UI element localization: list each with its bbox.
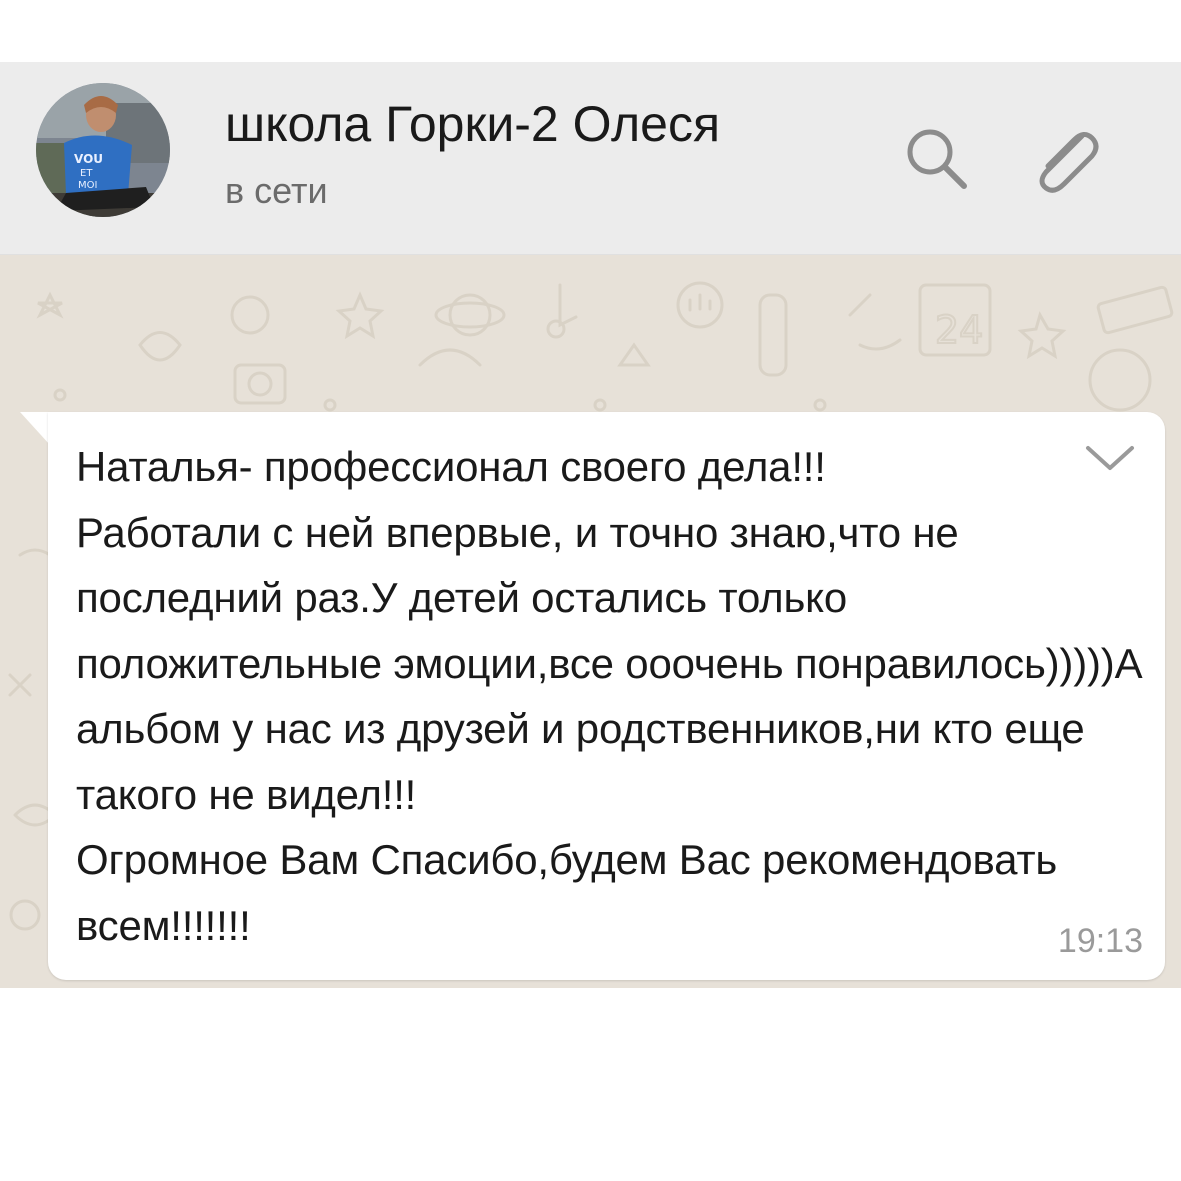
contact-name: школа Горки-2 Олеся xyxy=(225,96,721,152)
svg-text:VOU: VOU xyxy=(74,152,103,166)
svg-text:ET: ET xyxy=(80,168,93,179)
chevron-down-icon xyxy=(1086,446,1134,470)
chat-header: VOU ET MOI школа Горки-2 Олеся в сети xyxy=(0,62,1181,255)
message-text: Наталья- профессионал своего дела!!! Раб… xyxy=(76,443,1143,949)
svg-text:24: 24 xyxy=(935,308,983,352)
message-timestamp: 19:13 xyxy=(1057,922,1143,960)
chat-area[interactable]: 24 Наталья- профессионал своего дела!!! … xyxy=(0,255,1181,988)
message-menu-button[interactable] xyxy=(1082,438,1138,478)
paperclip-icon xyxy=(1039,132,1099,193)
search-button[interactable] xyxy=(898,120,978,200)
search-icon xyxy=(907,129,967,189)
contact-avatar[interactable]: VOU ET MOI xyxy=(36,83,170,217)
attach-button[interactable] xyxy=(1024,120,1104,200)
message-bubble[interactable]: Наталья- профессионал своего дела!!! Раб… xyxy=(48,412,1165,980)
chat-window: VOU ET MOI школа Горки-2 Олеся в сети 24… xyxy=(0,62,1181,988)
svg-text:MOI: MOI xyxy=(78,180,97,191)
contact-status: в сети xyxy=(225,170,328,211)
